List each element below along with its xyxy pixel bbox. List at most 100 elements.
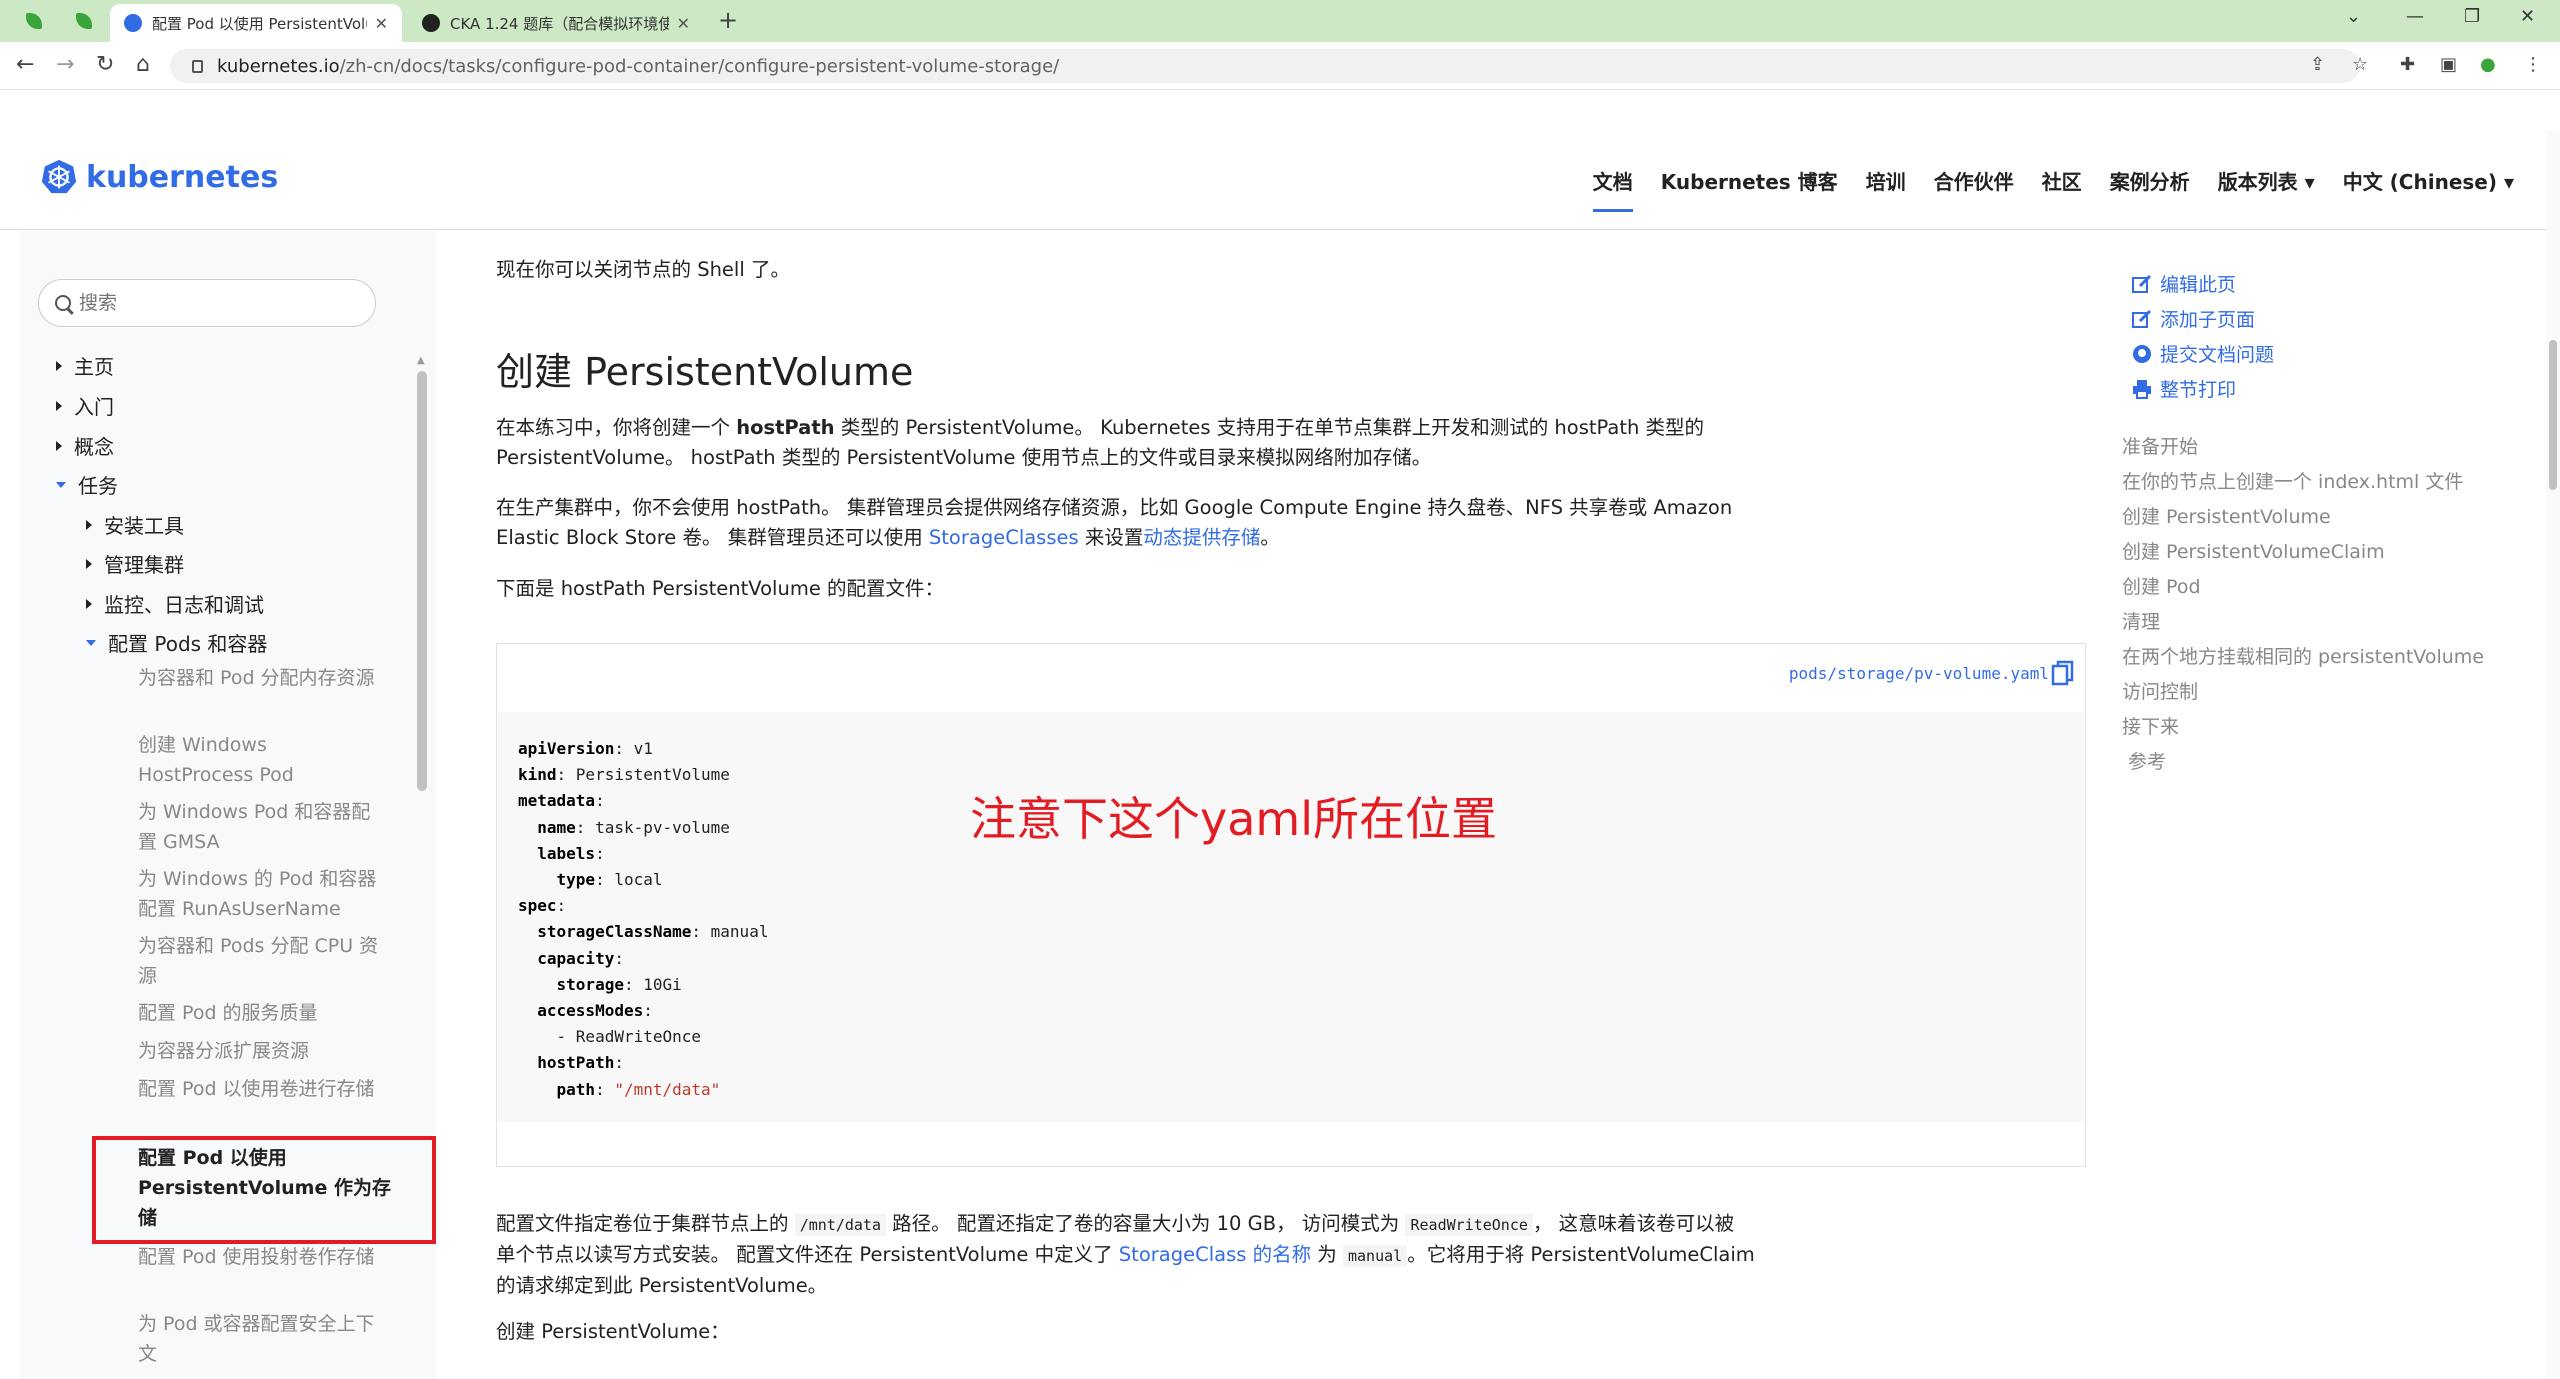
lock-icon	[192, 59, 203, 73]
nav-training[interactable]: 培训	[1866, 166, 1906, 212]
toc-item[interactable]: 清理	[2122, 605, 2484, 640]
dynamic-provisioning-link[interactable]: 动态提供存储	[1143, 526, 1260, 549]
text-span: 路径。 配置还指定了卷的容量大小为 10 GB， 访问模式为	[885, 1212, 1406, 1235]
scroll-up-icon[interactable]: ▲	[417, 355, 425, 366]
code-sample: pods/storage/pv-volume.yaml apiVersion: …	[496, 643, 2086, 1167]
print-section-link[interactable]: 整节打印	[2132, 371, 2274, 406]
page-scroll-thumb[interactable]	[2549, 340, 2557, 490]
search-box[interactable]	[38, 279, 376, 327]
sidebar-item-debug[interactable]: 监控、日志和调试	[86, 589, 264, 618]
new-tab-icon[interactable]: +	[718, 6, 738, 34]
yaml-line: accessModes:	[537, 1001, 653, 1021]
inline-code: manual	[1343, 1245, 1408, 1267]
forward-icon[interactable]: →	[56, 52, 74, 77]
caret-right-icon	[86, 519, 92, 530]
yaml-key: kind	[518, 765, 557, 785]
text-span: ， 这意味着该卷可以被	[1532, 1212, 1735, 1235]
sidebar-subitem[interactable]: 配置 Pod 以使用卷进行存储	[138, 1074, 388, 1104]
sidebar-subitem[interactable]: 配置 Pod 使用投射卷作存储	[138, 1242, 388, 1272]
toc-item[interactable]: 准备开始	[2122, 430, 2484, 465]
tab-active[interactable]: 配置 Pod 以使用 PersistentVolu ✕	[110, 4, 402, 42]
annotation-text: 注意下这个yaml所在位置	[970, 792, 1498, 846]
sidebar-subitem[interactable]: 为 Pod 或容器配置安全上下文	[138, 1309, 388, 1369]
profile-avatar-icon[interactable]: ●	[2480, 54, 2496, 75]
toc-item[interactable]: 访问控制	[2122, 675, 2484, 710]
toc-item[interactable]: 创建 PersistentVolumeClaim	[2122, 535, 2484, 570]
sidebar-item-install-tools[interactable]: 安装工具	[86, 510, 184, 539]
tab-title: CKA 1.24 题库（配合模拟环境使	[450, 14, 669, 33]
sidebar-item-label: 配置 Pods 和容器	[108, 632, 268, 656]
toc-item[interactable]: 创建 PersistentVolume	[2122, 500, 2484, 535]
storageclasses-link[interactable]: StorageClasses	[929, 526, 1079, 549]
toc-item[interactable]: 在两个地方挂载相同的 persistentVolume	[2122, 640, 2484, 675]
share-icon[interactable]: ⇪	[2310, 54, 2325, 75]
sidebar-item-concepts[interactable]: 概念	[56, 431, 114, 460]
copy-icon[interactable]	[2051, 660, 2075, 688]
add-child-page-link[interactable]: 添加子页面	[2132, 301, 2274, 336]
caret-down-icon	[56, 481, 66, 488]
bookmark-star-icon[interactable]: ☆	[2352, 54, 2368, 75]
extensions-icon[interactable]: ✚	[2400, 54, 2415, 75]
sidebar-subitem[interactable]: 创建 Windows HostProcess Pod	[138, 730, 388, 790]
kubernetes-logo[interactable]: kubernetes	[40, 158, 278, 196]
close-window-icon[interactable]: ✕	[2520, 6, 2535, 27]
nav-community[interactable]: 社区	[2042, 166, 2082, 212]
file-issue-link[interactable]: 提交文档问题	[2132, 336, 2274, 371]
browser-toolbar: ← → ↻ ⌂ kubernetes.io/zh-cn/docs/tasks/c…	[0, 42, 2560, 90]
yaml-line: path: "/mnt/data"	[556, 1079, 721, 1099]
sidebar-item-tasks[interactable]: 任务	[56, 470, 118, 499]
tab-inactive[interactable]: CKA 1.24 题库（配合模拟环境使 ✕	[408, 4, 704, 42]
url-host: kubernetes.io	[217, 55, 340, 77]
restore-icon[interactable]: ❐	[2464, 6, 2480, 27]
address-bar[interactable]: kubernetes.io/zh-cn/docs/tasks/configure…	[170, 49, 2360, 83]
pinned-tab[interactable]	[14, 6, 54, 36]
page-scrollbar[interactable]	[2546, 130, 2560, 1379]
nav-versions-dropdown[interactable]: 版本列表 ▾	[2218, 166, 2315, 212]
sidebar-subitem[interactable]: 为 Windows Pod 和容器配置 GMSA	[138, 797, 388, 857]
sidebar-item-home[interactable]: 主页	[56, 351, 114, 380]
close-tab-icon[interactable]: ✕	[375, 14, 388, 33]
close-tab-icon[interactable]: ✕	[677, 14, 690, 33]
menu-kebab-icon[interactable]: ⋮	[2524, 54, 2542, 75]
nav-language-dropdown[interactable]: 中文 (Chinese) ▾	[2343, 166, 2514, 212]
toc-item[interactable]: 参考	[2122, 745, 2484, 780]
sidebar-subitem[interactable]: 为容器和 Pods 分配 CPU 资源	[138, 931, 388, 991]
yaml-line: hostPath:	[537, 1053, 624, 1073]
sidebar-subitem[interactable]: 为容器和 Pod 分配内存资源	[138, 663, 388, 693]
nav-docs[interactable]: 文档	[1592, 166, 1633, 212]
storageclass-name-link[interactable]: StorageClass 的名称	[1119, 1243, 1311, 1266]
sidebar-subitem[interactable]: 为容器分派扩展资源	[138, 1036, 388, 1066]
nav-partners[interactable]: 合作伙伴	[1934, 166, 2014, 212]
sidebar-subitem[interactable]: 配置 Pod 的服务质量	[138, 998, 388, 1028]
yaml-value: PersistentVolume	[575, 765, 730, 785]
intro-text: 现在你可以关闭节点的 Shell 了。	[496, 258, 790, 281]
sidebar-item-configure-pods[interactable]: 配置 Pods 和容器	[86, 628, 267, 657]
nav-case-studies[interactable]: 案例分析	[2110, 166, 2190, 212]
text-span: Elastic Block Store 卷。 集群管理员还可以使用	[496, 526, 929, 549]
minimize-icon[interactable]: —	[2406, 6, 2424, 27]
home-icon[interactable]: ⌂	[136, 52, 150, 77]
action-label: 编辑此页	[2160, 274, 2237, 296]
edit-page-link[interactable]: 编辑此页	[2132, 266, 2274, 301]
pinned-tab[interactable]	[64, 6, 104, 36]
yaml-key: path	[556, 1079, 596, 1099]
toc-item[interactable]: 接下来	[2122, 710, 2484, 745]
sidebar-item-getting-started[interactable]: 入门	[56, 391, 114, 420]
tab-title: 配置 Pod 以使用 PersistentVolu	[152, 14, 367, 33]
side-panel-icon[interactable]: ▣	[2440, 54, 2457, 75]
section-heading: 创建 PersistentVolume	[496, 350, 914, 394]
tab-search-icon[interactable]: ⌄	[2346, 6, 2361, 27]
scroll-thumb[interactable]	[417, 371, 427, 791]
yaml-line: capacity:	[537, 948, 624, 968]
toc-item[interactable]: 创建 Pod	[2122, 570, 2484, 605]
kubernetes-favicon-icon	[124, 14, 142, 32]
sidebar-subitem[interactable]: 为 Windows 的 Pod 和容器配置 RunAsUserName	[138, 864, 388, 924]
back-icon[interactable]: ←	[16, 52, 34, 77]
sidebar-item-administer-cluster[interactable]: 管理集群	[86, 549, 184, 578]
yaml-file-link[interactable]: pods/storage/pv-volume.yaml	[1789, 664, 2049, 683]
toc-item[interactable]: 在你的节点上创建一个 index.html 文件	[2122, 465, 2484, 500]
reload-icon[interactable]: ↻	[96, 52, 114, 77]
search-input[interactable]	[79, 292, 359, 314]
nav-blog[interactable]: Kubernetes 博客	[1661, 166, 1838, 212]
table-of-contents: 准备开始 在你的节点上创建一个 index.html 文件 创建 Persist…	[2122, 430, 2484, 780]
